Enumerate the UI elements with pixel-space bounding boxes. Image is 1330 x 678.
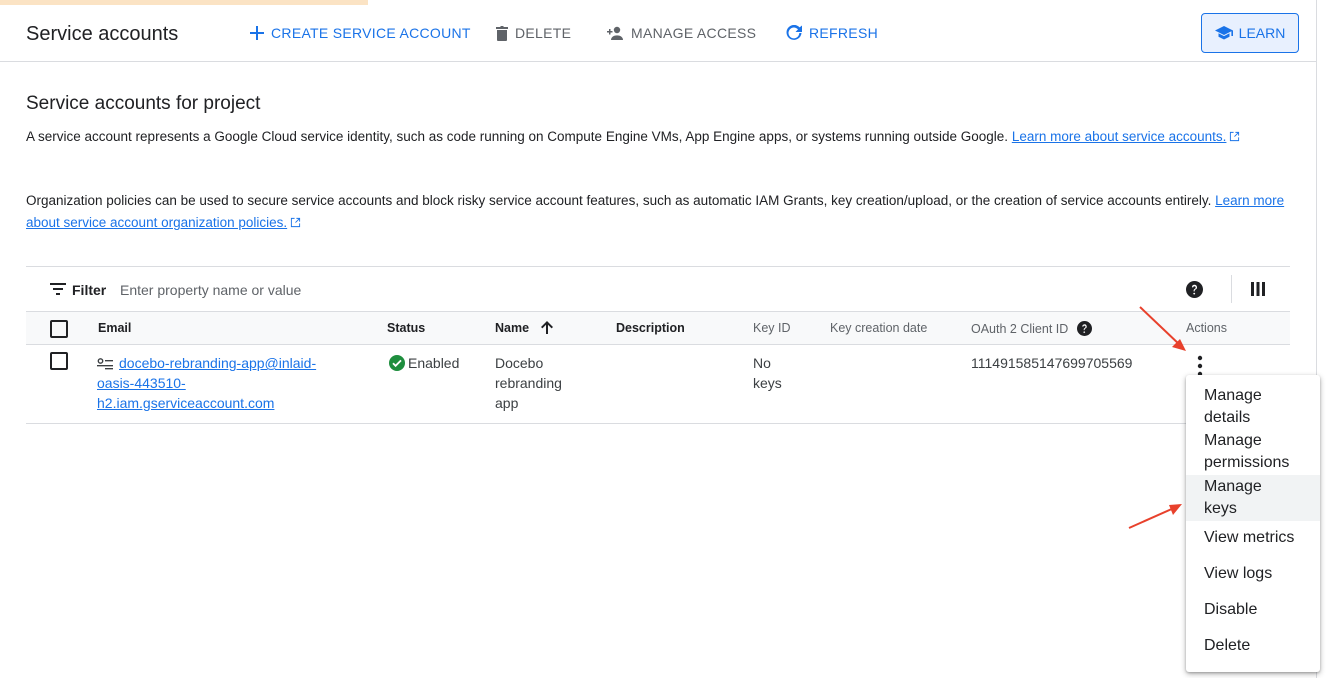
- delete-button[interactable]: DELETE: [496, 25, 571, 41]
- refresh-button[interactable]: REFRESH: [786, 25, 878, 41]
- plus-icon: [250, 26, 264, 40]
- page-title: Service accounts: [26, 23, 179, 45]
- service-account-description: A service account represents a Google Cl…: [26, 126, 1288, 148]
- manage-access-label: MANAGE ACCESS: [631, 25, 757, 41]
- trash-icon: [496, 25, 508, 41]
- toolbar: Service accounts CREATE SERVICE ACCOUNT …: [0, 5, 1316, 62]
- refresh-icon: [786, 25, 802, 40]
- column-email[interactable]: Email: [98, 321, 131, 335]
- sort-up-arrow-icon: [540, 321, 553, 334]
- name-text: app: [495, 395, 519, 411]
- menu-item-label: keys: [1204, 500, 1237, 517]
- column-oauth-label: OAuth 2 Client ID: [971, 322, 1069, 336]
- filter-bar: Filter: [26, 266, 1290, 312]
- section-title: Service accounts for project: [26, 93, 261, 114]
- filter-input[interactable]: [118, 276, 622, 304]
- table-header: Email Status Name Description Key ID Key…: [26, 312, 1290, 345]
- menu-item-label: Manage: [1204, 387, 1262, 404]
- help-icon[interactable]: [1186, 281, 1203, 298]
- org-policy-text: Organization policies can be used to sec…: [26, 193, 1216, 208]
- key-id-text: keys: [753, 375, 782, 391]
- check-circle-icon: [389, 355, 405, 371]
- menu-item-manage-details[interactable]: Manage details: [1186, 385, 1320, 429]
- menu-item-manage-permissions[interactable]: Manage permissions: [1186, 430, 1320, 474]
- menu-item-view-logs[interactable]: View logs: [1186, 563, 1320, 585]
- key-id-text: No: [753, 355, 771, 371]
- actions-menu: Manage details Manage permissions Manage…: [1186, 375, 1320, 672]
- key-id-cell: No keys: [753, 353, 782, 393]
- filter-icon[interactable]: [50, 283, 66, 295]
- name-cell: Docebo rebranding app: [495, 353, 562, 413]
- delete-label: DELETE: [515, 25, 572, 41]
- service-account-email-link[interactable]: docebo-rebranding-app@inlaid-: [119, 355, 316, 371]
- column-key-id[interactable]: Key ID: [753, 321, 791, 335]
- filter-label: Filter: [72, 282, 107, 298]
- learn-button[interactable]: LEARN: [1201, 13, 1299, 53]
- menu-item-label: Manage: [1204, 432, 1262, 449]
- create-service-account-button[interactable]: CREATE SERVICE ACCOUNT: [250, 25, 471, 41]
- menu-item-disable[interactable]: Disable: [1186, 599, 1320, 621]
- filter-divider: [1231, 275, 1232, 303]
- learn-cap-icon: [1214, 26, 1233, 40]
- status-text: Enabled: [408, 355, 460, 371]
- help-icon[interactable]: [1076, 321, 1092, 336]
- select-all-checkbox[interactable]: [50, 320, 68, 338]
- service-account-email-link[interactable]: h2.iam.gserviceaccount.com: [97, 395, 274, 411]
- description-text: A service account represents a Google Cl…: [26, 129, 1012, 144]
- learn-label: LEARN: [1238, 25, 1286, 41]
- learn-more-service-accounts-link[interactable]: Learn more about service accounts.: [1012, 129, 1227, 144]
- menu-item-label: details: [1204, 409, 1251, 426]
- service-account-email-link[interactable]: oasis-443510-: [97, 375, 186, 391]
- column-key-creation-date[interactable]: Key creation date: [830, 321, 927, 335]
- column-description[interactable]: Description: [616, 321, 685, 335]
- email-cell: docebo-rebranding-app@inlaid- oasis-4435…: [97, 353, 316, 413]
- column-actions: Actions: [1186, 321, 1227, 335]
- table-row: docebo-rebranding-app@inlaid- oasis-4435…: [26, 345, 1290, 424]
- org-policy-description: Organization policies can be used to sec…: [26, 190, 1288, 234]
- column-status[interactable]: Status: [387, 321, 425, 335]
- column-oauth-client-id[interactable]: OAuth 2 Client ID: [971, 321, 1092, 336]
- manage-access-button[interactable]: MANAGE ACCESS: [604, 25, 756, 41]
- status-cell: Enabled: [389, 353, 459, 373]
- external-link-icon: [291, 217, 301, 228]
- external-link-icon: [1230, 131, 1240, 142]
- menu-item-label: permissions: [1204, 454, 1290, 471]
- column-name-label: Name: [495, 321, 530, 335]
- column-name[interactable]: Name: [495, 321, 553, 335]
- menu-item-manage-keys[interactable]: Manage keys: [1186, 475, 1320, 521]
- name-text: Docebo: [495, 355, 544, 371]
- row-checkbox[interactable]: [50, 352, 68, 370]
- name-text: rebranding: [495, 375, 562, 391]
- create-service-account-label: CREATE SERVICE ACCOUNT: [271, 25, 471, 41]
- add-person-icon: [607, 26, 623, 40]
- menu-item-delete[interactable]: Delete: [1186, 635, 1320, 657]
- columns-icon[interactable]: [1251, 282, 1265, 296]
- refresh-label: REFRESH: [809, 25, 878, 41]
- oauth-client-id-cell: 111491585147699705569: [971, 355, 1133, 371]
- menu-item-view-metrics[interactable]: View metrics: [1186, 527, 1320, 549]
- service-account-icon: [97, 358, 113, 370]
- menu-item-label: Manage: [1204, 478, 1262, 495]
- annotation-arrow-to-manage-keys: [1128, 504, 1182, 529]
